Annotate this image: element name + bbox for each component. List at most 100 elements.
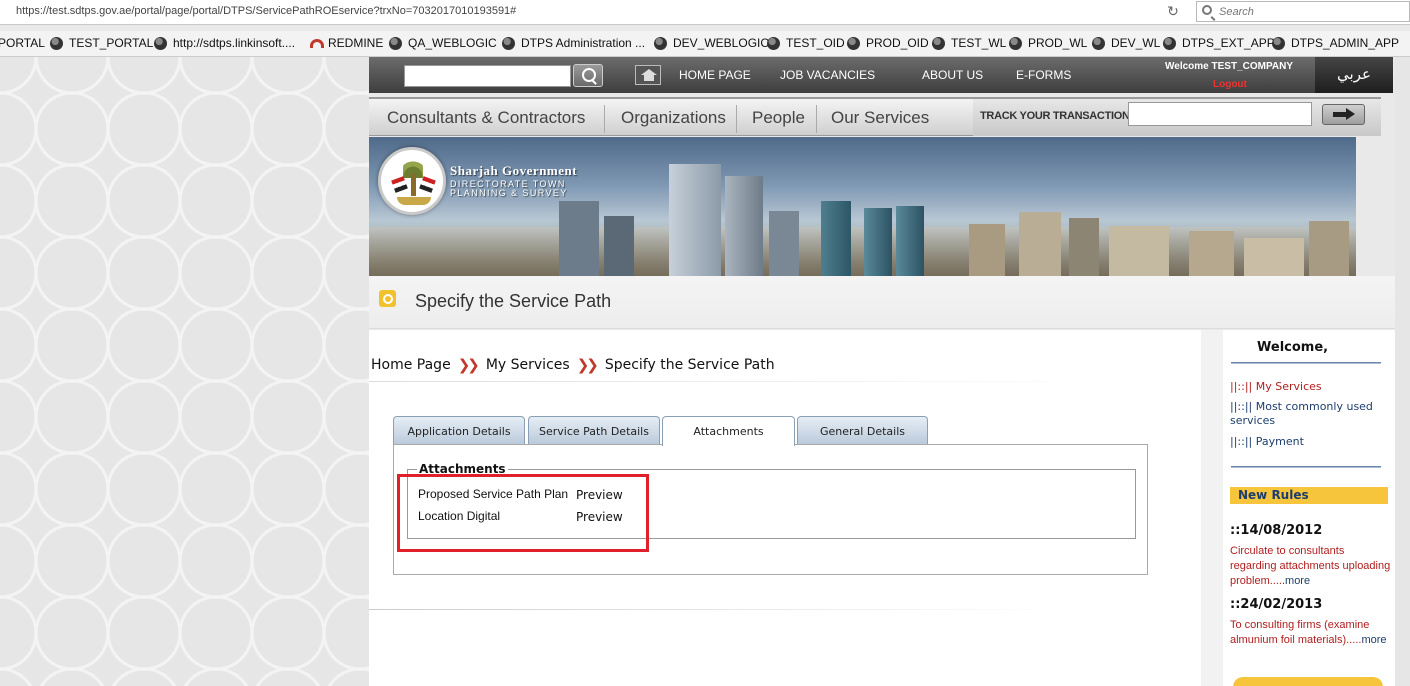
page-title: Specify the Service Path: [415, 291, 612, 311]
main-nav: Consultants & Contractors Organizations …: [369, 97, 1381, 136]
reload-icon[interactable]: ↻: [1160, 3, 1186, 21]
new-rules-label: New Rules: [1238, 488, 1309, 502]
bookmark-redmine[interactable]: REDMINE: [310, 36, 383, 50]
main-nav-people[interactable]: People: [752, 108, 805, 128]
bookmark-prod-oid[interactable]: PROD_OID: [847, 36, 929, 50]
logout-link[interactable]: Logout: [1213, 79, 1247, 90]
nav-e-forms[interactable]: E-FORMS: [1016, 68, 1071, 82]
department-line-2: PLANNING & SURVEY: [450, 188, 568, 198]
palm-trunk: [411, 174, 416, 196]
sidebar-link-most-common-services[interactable]: ||::|| Most commonly used services: [1230, 400, 1385, 428]
breadcrumb-divider: [369, 381, 1109, 382]
globe-icon: [932, 36, 945, 50]
page-title-icon: [379, 290, 396, 307]
header-banner: Sharjah Government DIRECTORATE TOWN PLAN…: [369, 137, 1356, 276]
rule-description[interactable]: Circulate to consultants regarding attac…: [1230, 545, 1390, 587]
url-text[interactable]: https://test.sdtps.gov.ae/portal/page/po…: [16, 5, 516, 17]
sidebar: Welcome, ||::|| My Services ||::|| Most …: [1201, 330, 1395, 686]
flag-icon: [419, 176, 436, 193]
sidebar-link-payment[interactable]: ||::|| Payment: [1230, 435, 1385, 449]
bookmark-dev-wl[interactable]: DEV_WL: [1092, 36, 1160, 50]
site-search-button[interactable]: [573, 64, 603, 87]
globe-icon: [654, 36, 667, 50]
sidebar-link-my-services[interactable]: ||::|| My Services: [1230, 380, 1385, 394]
sharjah-government-logo[interactable]: [378, 147, 446, 215]
browser-address-bar[interactable]: https://test.sdtps.gov.ae/portal/page/po…: [0, 0, 1410, 25]
double-chevron-right-icon: ❯❯: [457, 356, 480, 374]
building: [559, 201, 599, 276]
building: [1244, 238, 1304, 276]
tab-application-details[interactable]: Application Details: [393, 416, 525, 445]
sidebar-divider: [1231, 466, 1381, 468]
globe-icon: [1163, 36, 1176, 50]
content-divider: [369, 609, 1059, 610]
bookmark-test-wl[interactable]: TEST_WL: [932, 36, 1006, 50]
building: [725, 176, 763, 276]
building: [1309, 221, 1349, 276]
bookmark-test-oid[interactable]: TEST_OID: [767, 36, 845, 50]
rule-date: ::14/08/2012: [1230, 523, 1323, 538]
flag-icon: [391, 176, 408, 193]
double-chevron-right-icon: ❯❯: [576, 356, 599, 374]
rule-more-link[interactable]: more: [1361, 634, 1386, 646]
bookmark-linkinsoft[interactable]: http://sdtps.linkinsoft....: [154, 36, 295, 50]
arrow-right-icon[interactable]: [1322, 104, 1365, 125]
track-transaction-area: TRACK YOUR TRANSACTION: [973, 99, 1381, 136]
building: [1189, 231, 1234, 276]
globe-icon: [1092, 36, 1105, 50]
rule-more-link[interactable]: more: [1285, 575, 1310, 587]
language-toggle-button[interactable]: عربي: [1315, 57, 1393, 93]
tab-service-path-details[interactable]: Service Path Details: [528, 416, 660, 445]
rule-description[interactable]: To consulting firms (examine almunium fo…: [1230, 619, 1369, 646]
breadcrumb-current: Specify the Service Path: [604, 357, 775, 373]
rule-date: ::24/02/2013: [1230, 597, 1323, 612]
building: [1019, 212, 1061, 276]
annotation-highlight-box: [397, 474, 649, 552]
bookmark-dtps-admin-app[interactable]: DTPS_ADMIN_APP: [1272, 36, 1399, 50]
browser-search-box[interactable]: [1196, 1, 1410, 22]
building: [669, 164, 721, 276]
building: [864, 208, 892, 276]
main-nav-our-services[interactable]: Our Services: [831, 108, 929, 128]
sidebar-bottom-button[interactable]: [1233, 677, 1383, 686]
track-transaction-input[interactable]: [1128, 102, 1312, 126]
nav-about-us[interactable]: ABOUT US: [922, 68, 983, 82]
redmine-icon: [310, 38, 324, 48]
bookmark-qa-weblogic[interactable]: QA_WEBLOGIC: [389, 36, 497, 50]
globe-icon: [847, 36, 860, 50]
breadcrumb-my-services[interactable]: My Services: [486, 357, 570, 373]
globe-icon: [50, 36, 63, 50]
rule-text[interactable]: To consulting firms (examine almunium fo…: [1230, 618, 1392, 648]
browser-search-input[interactable]: [1219, 4, 1404, 19]
nav-divider: [816, 105, 817, 133]
nav-divider: [736, 105, 737, 133]
bookmark-dtps-administration[interactable]: DTPS Administration ...: [502, 36, 645, 50]
building: [821, 201, 851, 276]
sidebar-divider: [1231, 362, 1381, 364]
bookmark-prod-wl[interactable]: PROD_WL: [1009, 36, 1087, 50]
main-nav-organizations[interactable]: Organizations: [621, 108, 726, 128]
bookmark-test-portal[interactable]: TEST_PORTAL: [50, 36, 153, 50]
rule-text[interactable]: Circulate to consultants regarding attac…: [1230, 544, 1392, 589]
bookmark-dev-weblogic[interactable]: DEV_WEBLOGIC: [654, 36, 769, 50]
search-icon: [1202, 5, 1212, 15]
logo-base: [397, 197, 431, 205]
bookmark-dtps-ext-app[interactable]: DTPS_EXT_APP: [1163, 36, 1275, 50]
building: [1109, 226, 1169, 276]
new-rules-header: New Rules: [1230, 487, 1388, 504]
nav-home-page[interactable]: HOME PAGE: [679, 68, 751, 82]
page-title-bar: Specify the Service Path: [369, 276, 1395, 329]
home-icon[interactable]: [635, 65, 661, 85]
tab-attachments[interactable]: Attachments: [662, 416, 795, 446]
building: [1069, 218, 1099, 276]
breadcrumb-home-page[interactable]: Home Page: [371, 357, 451, 373]
bookmark-portal[interactable]: PORTAL: [0, 36, 45, 50]
main-nav-consultants[interactable]: Consultants & Contractors: [387, 108, 585, 128]
tab-general-details[interactable]: General Details: [797, 416, 928, 445]
globe-icon: [767, 36, 780, 50]
globe-icon: [1272, 36, 1285, 50]
nav-job-vacancies[interactable]: JOB VACANCIES: [780, 68, 875, 82]
globe-icon: [154, 36, 167, 50]
welcome-user-text: Welcome TEST_COMPANY: [1165, 61, 1293, 72]
site-search-input[interactable]: [404, 65, 571, 87]
